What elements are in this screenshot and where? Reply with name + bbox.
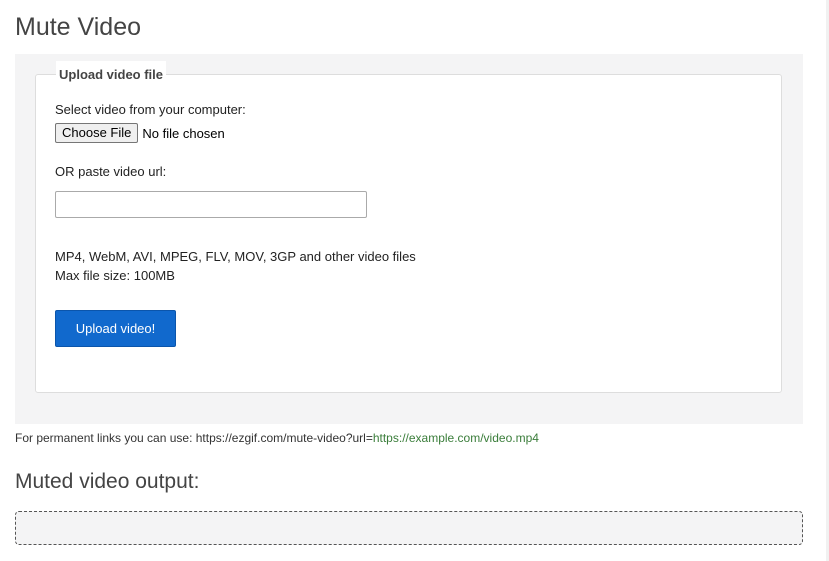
output-title: Muted video output: — [15, 470, 200, 493]
permalink-hint: For permanent links you can use: https:/… — [15, 431, 539, 445]
upload-panel: Upload video file Select video from your… — [15, 54, 803, 424]
file-status-text: No file chosen — [142, 125, 225, 141]
output-area — [15, 511, 803, 545]
formats-text: MP4, WebM, AVI, MPEG, FLV, MOV, 3GP and … — [55, 249, 416, 264]
upload-legend: Upload video file — [56, 61, 167, 84]
supported-formats: MP4, WebM, AVI, MPEG, FLV, MOV, 3GP and … — [55, 247, 416, 285]
upload-fieldset: Upload video file Select video from your… — [35, 61, 782, 393]
permalink-prefix: For permanent links you can use: https:/… — [15, 431, 373, 445]
upload-video-button[interactable]: Upload video! — [55, 310, 176, 347]
file-input[interactable]: Choose File No file chosen — [55, 123, 225, 143]
url-label: OR paste video url: — [55, 164, 167, 179]
max-file-size-text: Max file size: 100MB — [55, 268, 175, 283]
page: Mute Video Upload video file Select vide… — [0, 0, 829, 561]
video-url-input[interactable] — [55, 191, 367, 218]
permalink-example-link[interactable]: https://example.com/video.mp4 — [373, 431, 539, 445]
select-file-label: Select video from your computer: — [55, 102, 246, 117]
page-title: Mute Video — [15, 13, 142, 41]
choose-file-button[interactable]: Choose File — [55, 123, 139, 143]
